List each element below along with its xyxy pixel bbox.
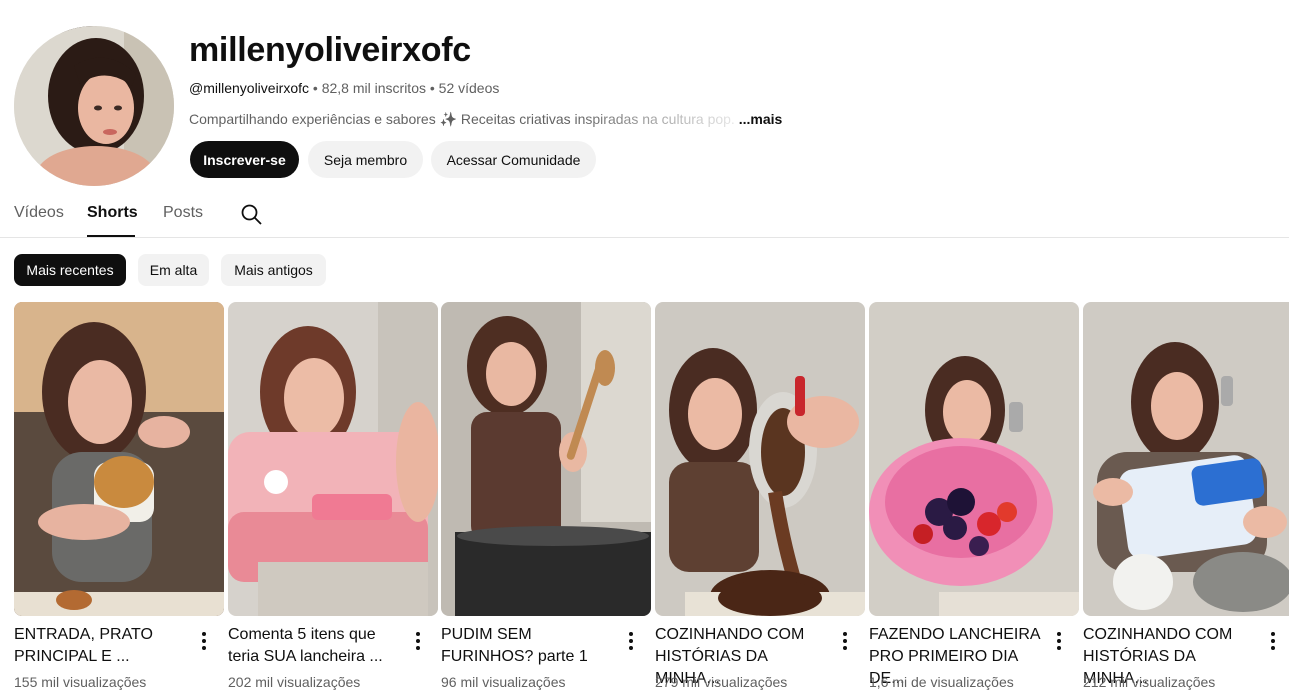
short-views: 279 mil visualizações (655, 674, 788, 690)
short-thumbnail[interactable] (14, 302, 224, 616)
short-thumbnail[interactable] (1083, 302, 1289, 616)
community-button[interactable]: Acessar Comunidade (431, 141, 596, 178)
more-vert-icon[interactable] (1269, 632, 1277, 652)
channel-handle: @millenyoliveirxofc (189, 80, 310, 96)
join-button[interactable]: Seja membro (308, 141, 423, 178)
short-thumbnail[interactable] (655, 302, 865, 616)
short-views: 155 mil visualizações (14, 674, 147, 690)
description-text: Compartilhando experiências e sabores ✨ … (189, 111, 735, 127)
channel-title: millenyoliveirxofc (189, 31, 471, 69)
filter-chip-recent[interactable]: Mais recentes (14, 254, 126, 286)
short-card[interactable]: COZINHANDO COM HISTÓRIAS DA MINHA... 212… (1083, 302, 1289, 690)
more-vert-icon[interactable] (841, 632, 849, 652)
more-vert-icon[interactable] (414, 632, 422, 652)
short-card[interactable]: PUDIM SEM FURINHOS? parte 1 96 mil visua… (441, 302, 651, 690)
more-vert-icon[interactable] (200, 632, 208, 652)
channel-meta: @millenyoliveirxofc • 82,8 mil inscritos… (189, 79, 499, 97)
channel-avatar[interactable] (14, 26, 174, 186)
short-card[interactable]: COZINHANDO COM HISTÓRIAS DA MINHA... 279… (655, 302, 865, 690)
short-title[interactable]: PUDIM SEM FURINHOS? parte 1 (441, 624, 619, 668)
short-thumbnail[interactable] (441, 302, 651, 616)
short-thumbnail[interactable] (869, 302, 1079, 616)
tab-posts[interactable]: Posts (163, 204, 203, 222)
video-count: 52 vídeos (438, 80, 500, 96)
short-views: 96 mil visualizações (441, 674, 566, 690)
meta-separator: • (309, 80, 322, 96)
search-icon[interactable] (239, 202, 263, 226)
more-vert-icon[interactable] (1055, 632, 1063, 652)
channel-description[interactable]: Compartilhando experiências e sabores ✨ … (189, 110, 782, 128)
short-title[interactable]: ENTRADA, PRATO PRINCIPAL E ... (14, 624, 192, 668)
short-views: 1,6 mi de visualizações (869, 674, 1014, 690)
filter-chip-oldest[interactable]: Mais antigos (221, 254, 326, 286)
short-card[interactable]: ENTRADA, PRATO PRINCIPAL E ... 155 mil v… (14, 302, 224, 690)
active-tab-indicator (87, 235, 135, 237)
short-views: 202 mil visualizações (228, 674, 361, 690)
short-card[interactable]: Comenta 5 itens que teria SUA lancheira … (228, 302, 438, 690)
short-thumbnail[interactable] (228, 302, 438, 616)
short-views: 212 mil visualizações (1083, 674, 1216, 690)
description-more-link[interactable]: ...mais (739, 111, 783, 127)
subscriber-count: 82,8 mil inscritos (321, 80, 426, 96)
subscribe-button[interactable]: Inscrever-se (190, 141, 299, 178)
short-card[interactable]: FAZENDO LANCHEIRA PRO PRIMEIRO DIA DE...… (869, 302, 1079, 690)
filter-chip-popular[interactable]: Em alta (138, 254, 209, 286)
short-title[interactable]: Comenta 5 itens que teria SUA lancheira … (228, 624, 406, 668)
tab-shorts[interactable]: Shorts (87, 204, 138, 222)
channel-tabs: Vídeos Shorts Posts (0, 190, 1289, 238)
tab-videos[interactable]: Vídeos (14, 204, 64, 222)
meta-separator: • (425, 80, 439, 96)
more-vert-icon[interactable] (627, 632, 635, 652)
